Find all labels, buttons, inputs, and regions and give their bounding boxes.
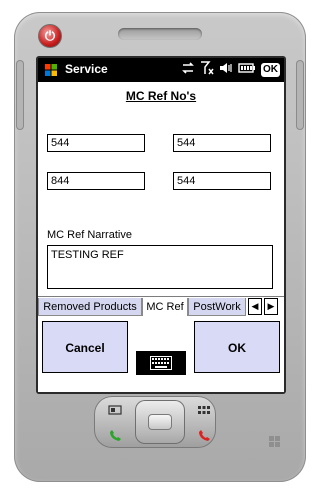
narrative-label: MC Ref Narrative [47,229,132,241]
dpad-center-button[interactable] [148,414,172,430]
tab-scroll-right-icon[interactable]: ▶ [264,298,278,315]
keyboard-icon [150,356,172,370]
tab-strip: Removed Products MC Ref PostWork ◀ ▶ [38,296,284,317]
windows-start-icon[interactable] [44,63,58,77]
mc-ref-field-2[interactable]: 544 [173,134,271,152]
power-button[interactable]: ⏻ [38,24,62,48]
left-soft-hardware-icon[interactable] [104,402,126,418]
softkey-bar: Cancel OK [38,316,284,392]
screen: Service OK MC Ref No's 544 544 844 544 M… [38,58,284,392]
title-bar: Service OK [38,58,284,82]
mc-ref-field-3[interactable]: 844 [47,172,145,190]
power-icon: ⏻ [44,28,56,43]
cancel-button[interactable]: Cancel [42,321,128,373]
ok-button[interactable]: OK [194,321,280,373]
tab-scroll-left-icon[interactable]: ◀ [248,298,262,315]
mc-ref-field-1[interactable]: 544 [47,134,145,152]
side-key-left[interactable] [16,60,24,130]
right-soft-hardware-icon[interactable] [193,402,215,418]
page-title: MC Ref No's [125,89,197,103]
ok-icon[interactable]: OK [261,63,280,77]
keyboard-toggle-button[interactable] [136,351,186,375]
connectivity-icon[interactable] [181,61,195,80]
status-icons: OK [181,60,280,80]
mc-ref-field-4[interactable]: 544 [173,172,271,190]
call-icon[interactable] [104,428,126,444]
battery-icon[interactable] [238,61,256,79]
windows-flag-icon [269,436,280,447]
app-title: Service [65,62,108,76]
no-signal-icon[interactable] [200,60,214,80]
speaker-mute-icon[interactable] [219,61,233,80]
narrative-textarea[interactable]: TESTING REF [47,245,273,289]
tab-removed-products[interactable]: Removed Products [38,298,142,316]
tab-postwork[interactable]: PostWork [188,298,246,316]
end-call-icon[interactable] [193,428,215,444]
side-key-right[interactable] [296,60,304,130]
tab-mc-ref[interactable]: MC Ref [142,298,188,316]
speaker-grille [118,28,202,40]
